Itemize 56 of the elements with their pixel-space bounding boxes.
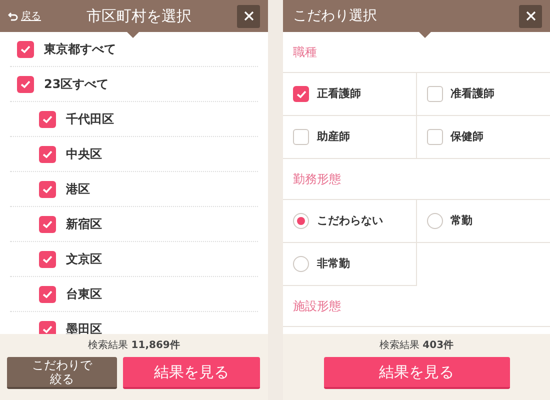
check-icon (42, 220, 53, 228)
option-label: こだわらない (317, 212, 383, 229)
option-label: 助産師 (317, 128, 350, 145)
back-link[interactable]: 戻る (8, 8, 41, 24)
option-label: 准看護師 (450, 86, 494, 102)
checkbox[interactable] (293, 86, 309, 102)
check-icon (42, 290, 53, 298)
option-label: 保健師 (450, 128, 484, 145)
checkbox[interactable] (39, 250, 56, 268)
checkbox[interactable] (39, 216, 56, 232)
section-title: 勤務形態 (293, 171, 341, 188)
section-title: 施設形態 (293, 298, 341, 315)
close-icon (526, 11, 536, 21)
results-button[interactable]: 結果を見る (123, 357, 260, 389)
close-button[interactable] (519, 4, 542, 28)
option-label: 正看護師 (317, 86, 361, 102)
checkbox[interactable] (426, 129, 442, 145)
result-count: 検索結果 11,869件 (88, 338, 180, 353)
area-label: 新宿区 (66, 216, 102, 233)
check-icon (296, 90, 306, 98)
result-count: 検索結果 403件 (379, 338, 454, 353)
section-title: 職種 (293, 44, 317, 61)
header-title: 市区町村を選択 (86, 6, 192, 27)
area-label: 23区すべて (44, 76, 109, 93)
check-icon (42, 254, 53, 264)
checkbox[interactable] (39, 110, 56, 128)
area-label: 港区 (66, 181, 90, 198)
radio-button[interactable] (293, 213, 309, 229)
checkbox[interactable] (39, 146, 56, 162)
radio-button[interactable] (426, 213, 442, 229)
checkbox[interactable] (39, 180, 56, 198)
filter-button[interactable]: こだわりで絞る (7, 357, 117, 389)
checkbox[interactable] (293, 129, 309, 145)
check-icon (42, 184, 53, 194)
check-icon (20, 44, 31, 54)
area-label: 東京都すべて (44, 41, 116, 58)
results-button[interactable]: 結果を見る (324, 357, 510, 389)
close-icon (244, 11, 254, 21)
checkbox[interactable] (17, 76, 34, 92)
area-label: 文京区 (66, 251, 102, 268)
option-label: 常勤 (450, 212, 472, 229)
checkbox[interactable] (17, 40, 34, 58)
checkbox[interactable] (426, 86, 442, 102)
radio-button[interactable] (293, 256, 309, 272)
close-button[interactable] (237, 4, 260, 28)
area-label: 台東区 (66, 286, 102, 303)
check-icon (20, 80, 31, 88)
check-icon (42, 150, 53, 158)
checkbox[interactable] (39, 286, 56, 302)
area-label: 中央区 (66, 146, 102, 163)
option-label: 非常勤 (317, 256, 350, 272)
undo-arrow-icon (8, 12, 18, 20)
header-title: こだわり選択 (293, 6, 378, 26)
check-icon (42, 114, 53, 124)
check-icon (42, 324, 53, 334)
area-label: 千代田区 (66, 111, 114, 128)
